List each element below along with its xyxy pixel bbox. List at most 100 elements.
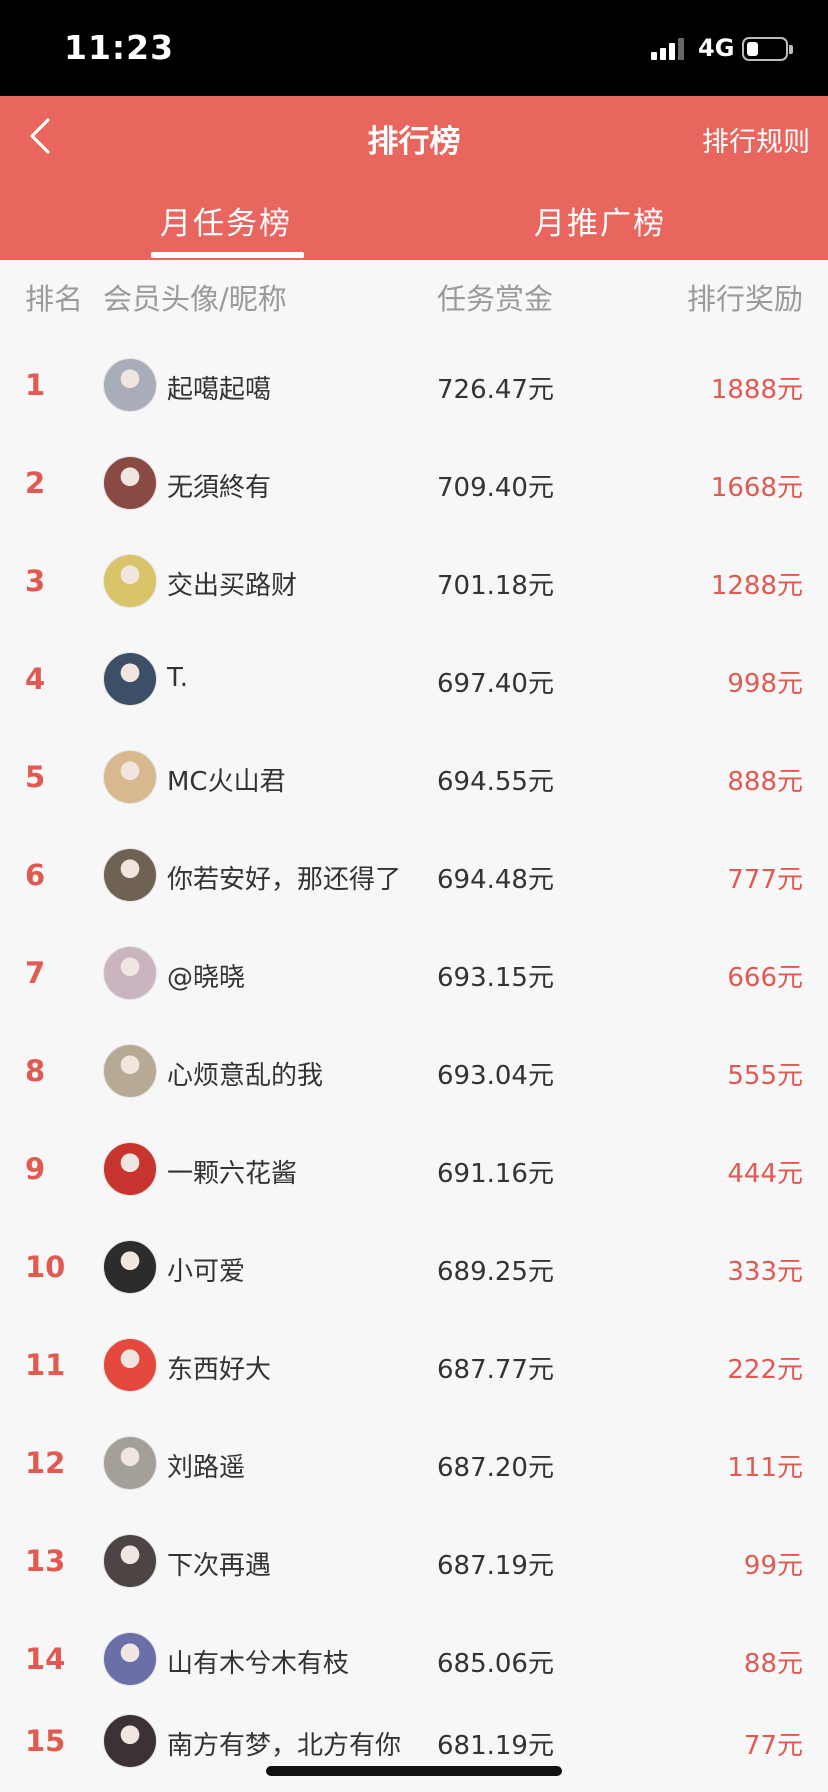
tab-monthly-promo[interactable]: 月推广榜 xyxy=(534,198,666,243)
ranking-row[interactable]: 4 T. 697.40元 998元 xyxy=(0,630,828,728)
rank-number: 5 xyxy=(25,760,46,794)
rank-number: 4 xyxy=(25,662,46,696)
ranking-row[interactable]: 5 MC火山君 694.55元 888元 xyxy=(0,728,828,826)
rank-prize: 1668元 xyxy=(710,473,803,503)
nickname: 南方有梦，北方有你 xyxy=(167,1731,402,1761)
nickname: 起噶起噶 xyxy=(167,375,272,405)
rank-number: 7 xyxy=(25,956,46,990)
rank-number: 14 xyxy=(25,1642,66,1676)
network-label: 4G xyxy=(698,34,735,62)
rank-number: 11 xyxy=(25,1348,66,1382)
rank-prize: 77元 xyxy=(743,1731,803,1761)
column-header-prize: 排行奖励 xyxy=(686,282,803,316)
rank-prize: 333元 xyxy=(727,1257,803,1287)
avatar[interactable] xyxy=(103,848,157,902)
avatar[interactable] xyxy=(103,750,157,804)
avatar[interactable] xyxy=(103,1632,157,1686)
task-reward: 693.04元 xyxy=(437,1061,554,1091)
rank-prize: 888元 xyxy=(727,767,803,797)
home-indicator[interactable] xyxy=(266,1766,562,1776)
nickname: 下次再遇 xyxy=(167,1551,272,1581)
rank-prize: 998元 xyxy=(727,669,803,699)
nickname: 小可爱 xyxy=(167,1257,246,1287)
active-tab-indicator xyxy=(151,252,304,258)
header: 排行榜 排行规则 月任务榜 月推广榜 xyxy=(0,96,828,260)
task-reward: 681.19元 xyxy=(437,1731,554,1761)
status-bar: 11:23 4G xyxy=(0,0,828,96)
task-reward: 694.48元 xyxy=(437,865,554,895)
ranking-row[interactable]: 3 交出买路财 701.18元 1288元 xyxy=(0,532,828,630)
ranking-row[interactable]: 1 起噶起噶 726.47元 1888元 xyxy=(0,336,828,434)
nickname: 刘路遥 xyxy=(167,1453,246,1483)
task-reward: 687.19元 xyxy=(437,1551,554,1581)
rank-number: 2 xyxy=(25,466,46,500)
avatar[interactable] xyxy=(103,1142,157,1196)
task-reward: 709.40元 xyxy=(437,473,554,503)
nickname: 你若安好，那还得了 xyxy=(167,865,402,895)
ranking-row[interactable]: 10 小可爱 689.25元 333元 xyxy=(0,1218,828,1316)
nickname: @晓晓 xyxy=(167,963,246,993)
task-reward: 687.77元 xyxy=(437,1355,554,1385)
ranking-row[interactable]: 12 刘路遥 687.20元 111元 xyxy=(0,1414,828,1512)
column-header-member: 会员头像/昵称 xyxy=(103,282,287,316)
battery-fill xyxy=(747,42,758,56)
task-reward: 701.18元 xyxy=(437,571,554,601)
rank-number: 13 xyxy=(25,1544,66,1578)
rank-number: 3 xyxy=(25,564,46,598)
rank-number: 1 xyxy=(25,368,46,402)
task-reward: 697.40元 xyxy=(437,669,554,699)
column-header-task-reward: 任务赏金 xyxy=(437,282,554,316)
avatar[interactable] xyxy=(103,456,157,510)
avatar[interactable] xyxy=(103,1436,157,1490)
app-root: 11:23 4G 排行榜 排行规则 月任务榜 月推广榜 排名 会员头像/昵称 任… xyxy=(0,0,828,1792)
nickname: 山有木兮木有枝 xyxy=(167,1649,350,1679)
ranking-row[interactable]: 7 @晓晓 693.15元 666元 xyxy=(0,924,828,1022)
avatar[interactable] xyxy=(103,1534,157,1588)
rank-number: 10 xyxy=(25,1250,66,1284)
rank-number: 12 xyxy=(25,1446,66,1480)
rank-prize: 88元 xyxy=(743,1649,803,1679)
nickname: 一颗六花酱 xyxy=(167,1159,298,1189)
ranking-row[interactable]: 9 一颗六花酱 691.16元 444元 xyxy=(0,1120,828,1218)
signal-icon xyxy=(651,38,687,60)
nickname: 东西好大 xyxy=(167,1355,272,1385)
avatar[interactable] xyxy=(103,1714,157,1768)
rank-number: 9 xyxy=(25,1152,46,1186)
ranking-row[interactable]: 6 你若安好，那还得了 694.48元 777元 xyxy=(0,826,828,924)
rank-prize: 99元 xyxy=(743,1551,803,1581)
ranking-row[interactable]: 13 下次再遇 687.19元 99元 xyxy=(0,1512,828,1610)
tab-monthly-task[interactable]: 月任务榜 xyxy=(160,198,292,243)
task-reward: 687.20元 xyxy=(437,1453,554,1483)
avatar[interactable] xyxy=(103,358,157,412)
rank-prize: 777元 xyxy=(727,865,803,895)
task-reward: 689.25元 xyxy=(437,1257,554,1287)
rank-prize: 555元 xyxy=(727,1061,803,1091)
task-reward: 694.55元 xyxy=(437,767,554,797)
avatar[interactable] xyxy=(103,1044,157,1098)
rank-number: 6 xyxy=(25,858,46,892)
avatar[interactable] xyxy=(103,1240,157,1294)
ranking-row[interactable]: 2 无須終有 709.40元 1668元 xyxy=(0,434,828,532)
task-reward: 685.06元 xyxy=(437,1649,554,1679)
nickname: MC火山君 xyxy=(167,767,286,797)
nickname: 交出买路财 xyxy=(167,571,298,601)
rank-prize: 1888元 xyxy=(710,375,803,405)
rank-number: 8 xyxy=(25,1054,46,1088)
rules-link[interactable]: 排行规则 xyxy=(702,120,810,159)
ranking-row[interactable]: 8 心烦意乱的我 693.04元 555元 xyxy=(0,1022,828,1120)
rank-prize: 111元 xyxy=(727,1453,803,1483)
avatar[interactable] xyxy=(103,652,157,706)
avatar[interactable] xyxy=(103,1338,157,1392)
avatar[interactable] xyxy=(103,554,157,608)
task-reward: 691.16元 xyxy=(437,1159,554,1189)
battery-icon xyxy=(742,37,793,61)
status-time: 11:23 xyxy=(64,28,175,67)
avatar[interactable] xyxy=(103,946,157,1000)
ranking-row[interactable]: 11 东西好大 687.77元 222元 xyxy=(0,1316,828,1414)
rank-prize: 444元 xyxy=(727,1159,803,1189)
column-header-rank: 排名 xyxy=(25,282,84,316)
rank-prize: 1288元 xyxy=(710,571,803,601)
rank-prize: 222元 xyxy=(727,1355,803,1385)
nickname: 心烦意乱的我 xyxy=(167,1061,324,1091)
task-reward: 726.47元 xyxy=(437,375,554,405)
